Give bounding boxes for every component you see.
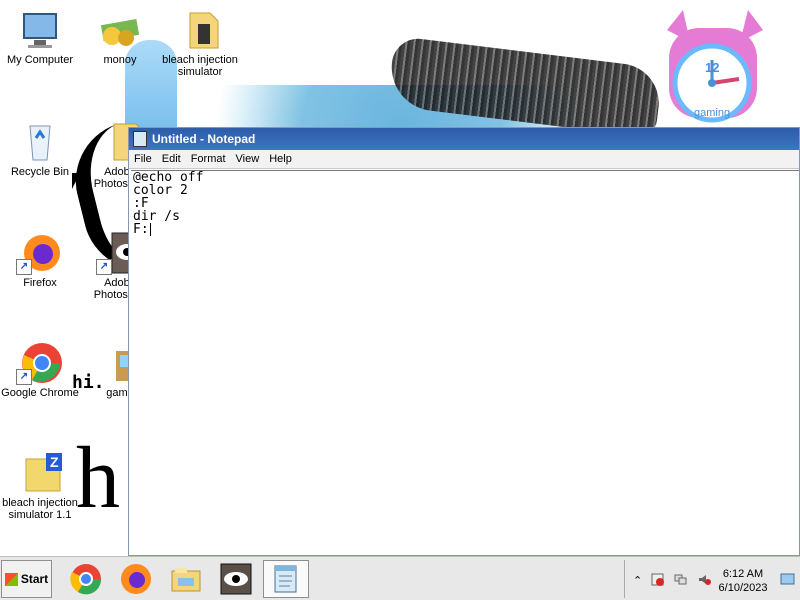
menu-bar: File Edit Format View Help: [129, 150, 799, 169]
desktop-icon-label: bleach injection simulator 1.1: [2, 497, 78, 521]
menu-edit[interactable]: Edit: [162, 153, 181, 165]
desktop-icon-firefox[interactable]: ↗ Firefox: [0, 231, 80, 289]
show-desktop-icon[interactable]: [780, 573, 795, 586]
notepad-window[interactable]: Untitled - Notepad File Edit Format View…: [128, 127, 800, 556]
taskbar-chrome-button[interactable]: [63, 560, 109, 598]
big-h-text: h: [76, 430, 120, 527]
clock-text: gaming: [694, 107, 730, 119]
firefox-icon: ↗: [16, 231, 64, 275]
network-icon[interactable]: [674, 573, 687, 586]
mouse-cursor-icon: [72, 173, 88, 189]
desktop-icon-bleach-folder[interactable]: bleach injection simulator: [160, 8, 240, 78]
shortcut-arrow-icon: ↗: [96, 259, 112, 275]
desktop-icon-google-chrome[interactable]: ↗ Google Chrome: [0, 341, 80, 399]
eye-icon: [220, 563, 252, 595]
clock-number: 12: [705, 60, 719, 75]
editor-line: dir /s: [133, 209, 180, 224]
desktop-icon-bleach-zip[interactable]: Z bleach injection simulator 1.1: [0, 451, 80, 521]
shortcut-arrow-icon: ↗: [16, 259, 32, 275]
desktop-icon-label: bleach injection simulator: [162, 54, 238, 78]
desktop-icon-label: Google Chrome: [1, 387, 79, 399]
taskbar-clock[interactable]: 6:12 AM 6/10/2023: [715, 567, 771, 595]
notepad-icon: [133, 131, 147, 147]
money-icon: [96, 8, 144, 52]
start-label: Start: [20, 572, 49, 586]
shortcut-arrow-icon: ↗: [16, 369, 32, 385]
desktop-icon-my-computer[interactable]: My Computer: [0, 8, 80, 66]
system-tray: ⌃ 6:12 AM 6/10/2023: [624, 560, 800, 598]
desktop-icon-recycle-bin[interactable]: Recycle Bin: [0, 120, 80, 178]
menu-format[interactable]: Format: [191, 153, 226, 165]
explorer-icon: [171, 568, 201, 592]
editor-line: color 2: [133, 183, 188, 198]
cat-clock-icon: 12 gaming: [667, 10, 763, 123]
taskbar-firefox-button[interactable]: [113, 560, 159, 598]
svg-text:Z: Z: [50, 454, 59, 470]
show-hidden-icons-icon[interactable]: ⌃: [633, 574, 642, 587]
desktop-icon-label: My Computer: [6, 54, 74, 66]
notepad-titlebar[interactable]: Untitled - Notepad: [129, 128, 799, 150]
chrome-icon: ↗: [16, 341, 64, 385]
editor-line: @echo off: [133, 170, 204, 185]
desktop-icon-label: Recycle Bin: [10, 166, 70, 178]
menu-view[interactable]: View: [236, 153, 260, 165]
taskbar-explorer-button[interactable]: [163, 560, 209, 598]
menu-help[interactable]: Help: [269, 153, 292, 165]
security-alert-icon[interactable]: [651, 573, 664, 586]
recycle-bin-icon: [16, 120, 64, 164]
firefox-icon: [121, 564, 151, 594]
desktop-icon-monoy[interactable]: monoy: [80, 8, 160, 66]
chrome-icon: [70, 564, 102, 595]
taskbar-notepad-button[interactable]: [263, 560, 309, 598]
notepad-icon: [274, 565, 297, 593]
window-title: Untitled - Notepad: [152, 132, 256, 146]
start-button[interactable]: Start: [1, 560, 52, 598]
windows-logo-icon: [4, 572, 18, 586]
volume-muted-icon[interactable]: [698, 573, 711, 586]
taskbar-photoshop-button[interactable]: [213, 560, 259, 598]
clock-time: 6:12 AM: [722, 568, 764, 580]
zip-folder-icon: Z: [16, 451, 64, 495]
menu-file[interactable]: File: [134, 153, 152, 165]
editor-line-current: F:: [133, 223, 799, 236]
computer-icon: [16, 8, 64, 52]
text-editor[interactable]: @echo off color 2 :F dir /s F:: [131, 170, 799, 555]
desktop-icon-label: monoy: [103, 54, 137, 66]
text-caret: [149, 223, 151, 236]
taskbar: Start ⌃ 6:12 AM 6/10/2023: [0, 556, 800, 600]
desktop-icon-label: Firefox: [23, 277, 57, 289]
editor-line: :F: [133, 196, 149, 211]
editor-current-text: F:: [133, 222, 149, 237]
cat-clock-widget[interactable]: 12 gaming: [655, 10, 770, 128]
folder-icon: [176, 8, 224, 52]
clock-date: 6/10/2023: [718, 582, 768, 594]
